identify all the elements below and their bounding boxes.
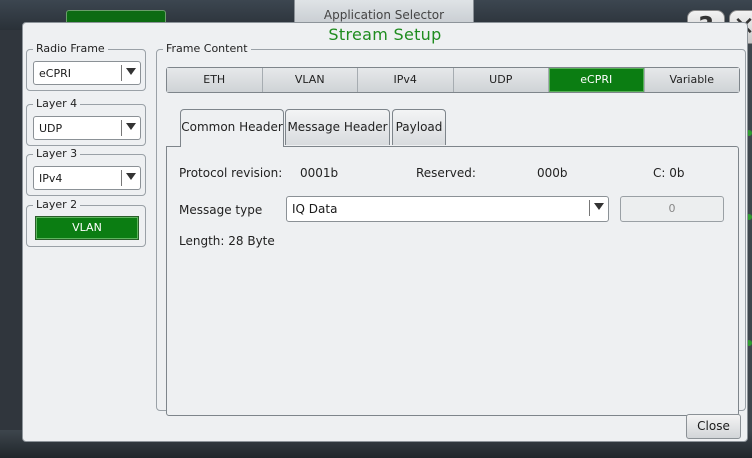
message-type-select[interactable]: IQ Data [286, 196, 609, 222]
layer2-legend: Layer 2 [33, 198, 81, 212]
tab-common-header[interactable]: Common Header [180, 109, 284, 147]
message-type-value: IQ Data [292, 202, 338, 216]
protocol-tab-strip: ETH VLAN IPv4 UDP eCPRI Variable [166, 67, 740, 93]
message-type-code-field: 0 [620, 196, 724, 222]
tab-message-header[interactable]: Message Header [285, 109, 390, 145]
layer4-group: Layer 4 UDP [26, 97, 146, 146]
layer2-group: Layer 2 VLAN [26, 198, 146, 247]
tab-payload[interactable]: Payload [392, 109, 446, 145]
chevron-down-icon [126, 68, 136, 75]
radio-frame-group: Radio Frame eCPRI [26, 42, 146, 91]
chevron-down-icon [126, 173, 136, 180]
layer3-select[interactable]: IPv4 [33, 166, 141, 190]
chevron-down-icon [126, 123, 136, 130]
protocol-revision-value: 0001b [300, 166, 339, 180]
length-text: Length: 28 Byte [179, 234, 275, 248]
tab-ipv4[interactable]: IPv4 [358, 68, 454, 92]
layer4-value: UDP [39, 122, 63, 135]
tab-udp[interactable]: UDP [453, 68, 549, 92]
layer4-select[interactable]: UDP [33, 116, 141, 140]
layer3-group: Layer 3 IPv4 [26, 147, 146, 196]
select-separator [589, 200, 590, 216]
layer3-value: IPv4 [39, 172, 63, 185]
frame-content-legend: Frame Content [163, 42, 251, 56]
radio-frame-legend: Radio Frame [33, 42, 108, 56]
chevron-down-icon [594, 203, 604, 210]
protocol-revision-label: Protocol revision: [179, 166, 283, 180]
stream-setup-dialog: Stream Setup Radio Frame eCPRI Layer 4 U… [22, 22, 748, 442]
radio-frame-select[interactable]: eCPRI [33, 61, 141, 85]
layer2-vlan-button[interactable]: VLAN [35, 216, 139, 240]
c-bit-value: C: 0b [653, 166, 685, 180]
select-separator [121, 65, 122, 81]
radio-frame-value: eCPRI [39, 67, 71, 80]
tab-variable[interactable]: Variable [644, 68, 739, 92]
tab-eth[interactable]: ETH [167, 68, 263, 92]
close-button[interactable]: Close [686, 414, 741, 439]
reserved-label: Reserved: [416, 166, 476, 180]
layer4-legend: Layer 4 [33, 97, 81, 111]
message-type-label: Message type [179, 203, 263, 217]
tab-ecpri[interactable]: eCPRI [549, 68, 645, 92]
layer3-legend: Layer 3 [33, 147, 81, 161]
dialog-title: Stream Setup [328, 25, 442, 44]
tab-vlan[interactable]: VLAN [262, 68, 358, 92]
select-separator [121, 120, 122, 136]
common-header-panel [166, 146, 739, 416]
select-separator [121, 170, 122, 186]
reserved-value: 000b [537, 166, 568, 180]
